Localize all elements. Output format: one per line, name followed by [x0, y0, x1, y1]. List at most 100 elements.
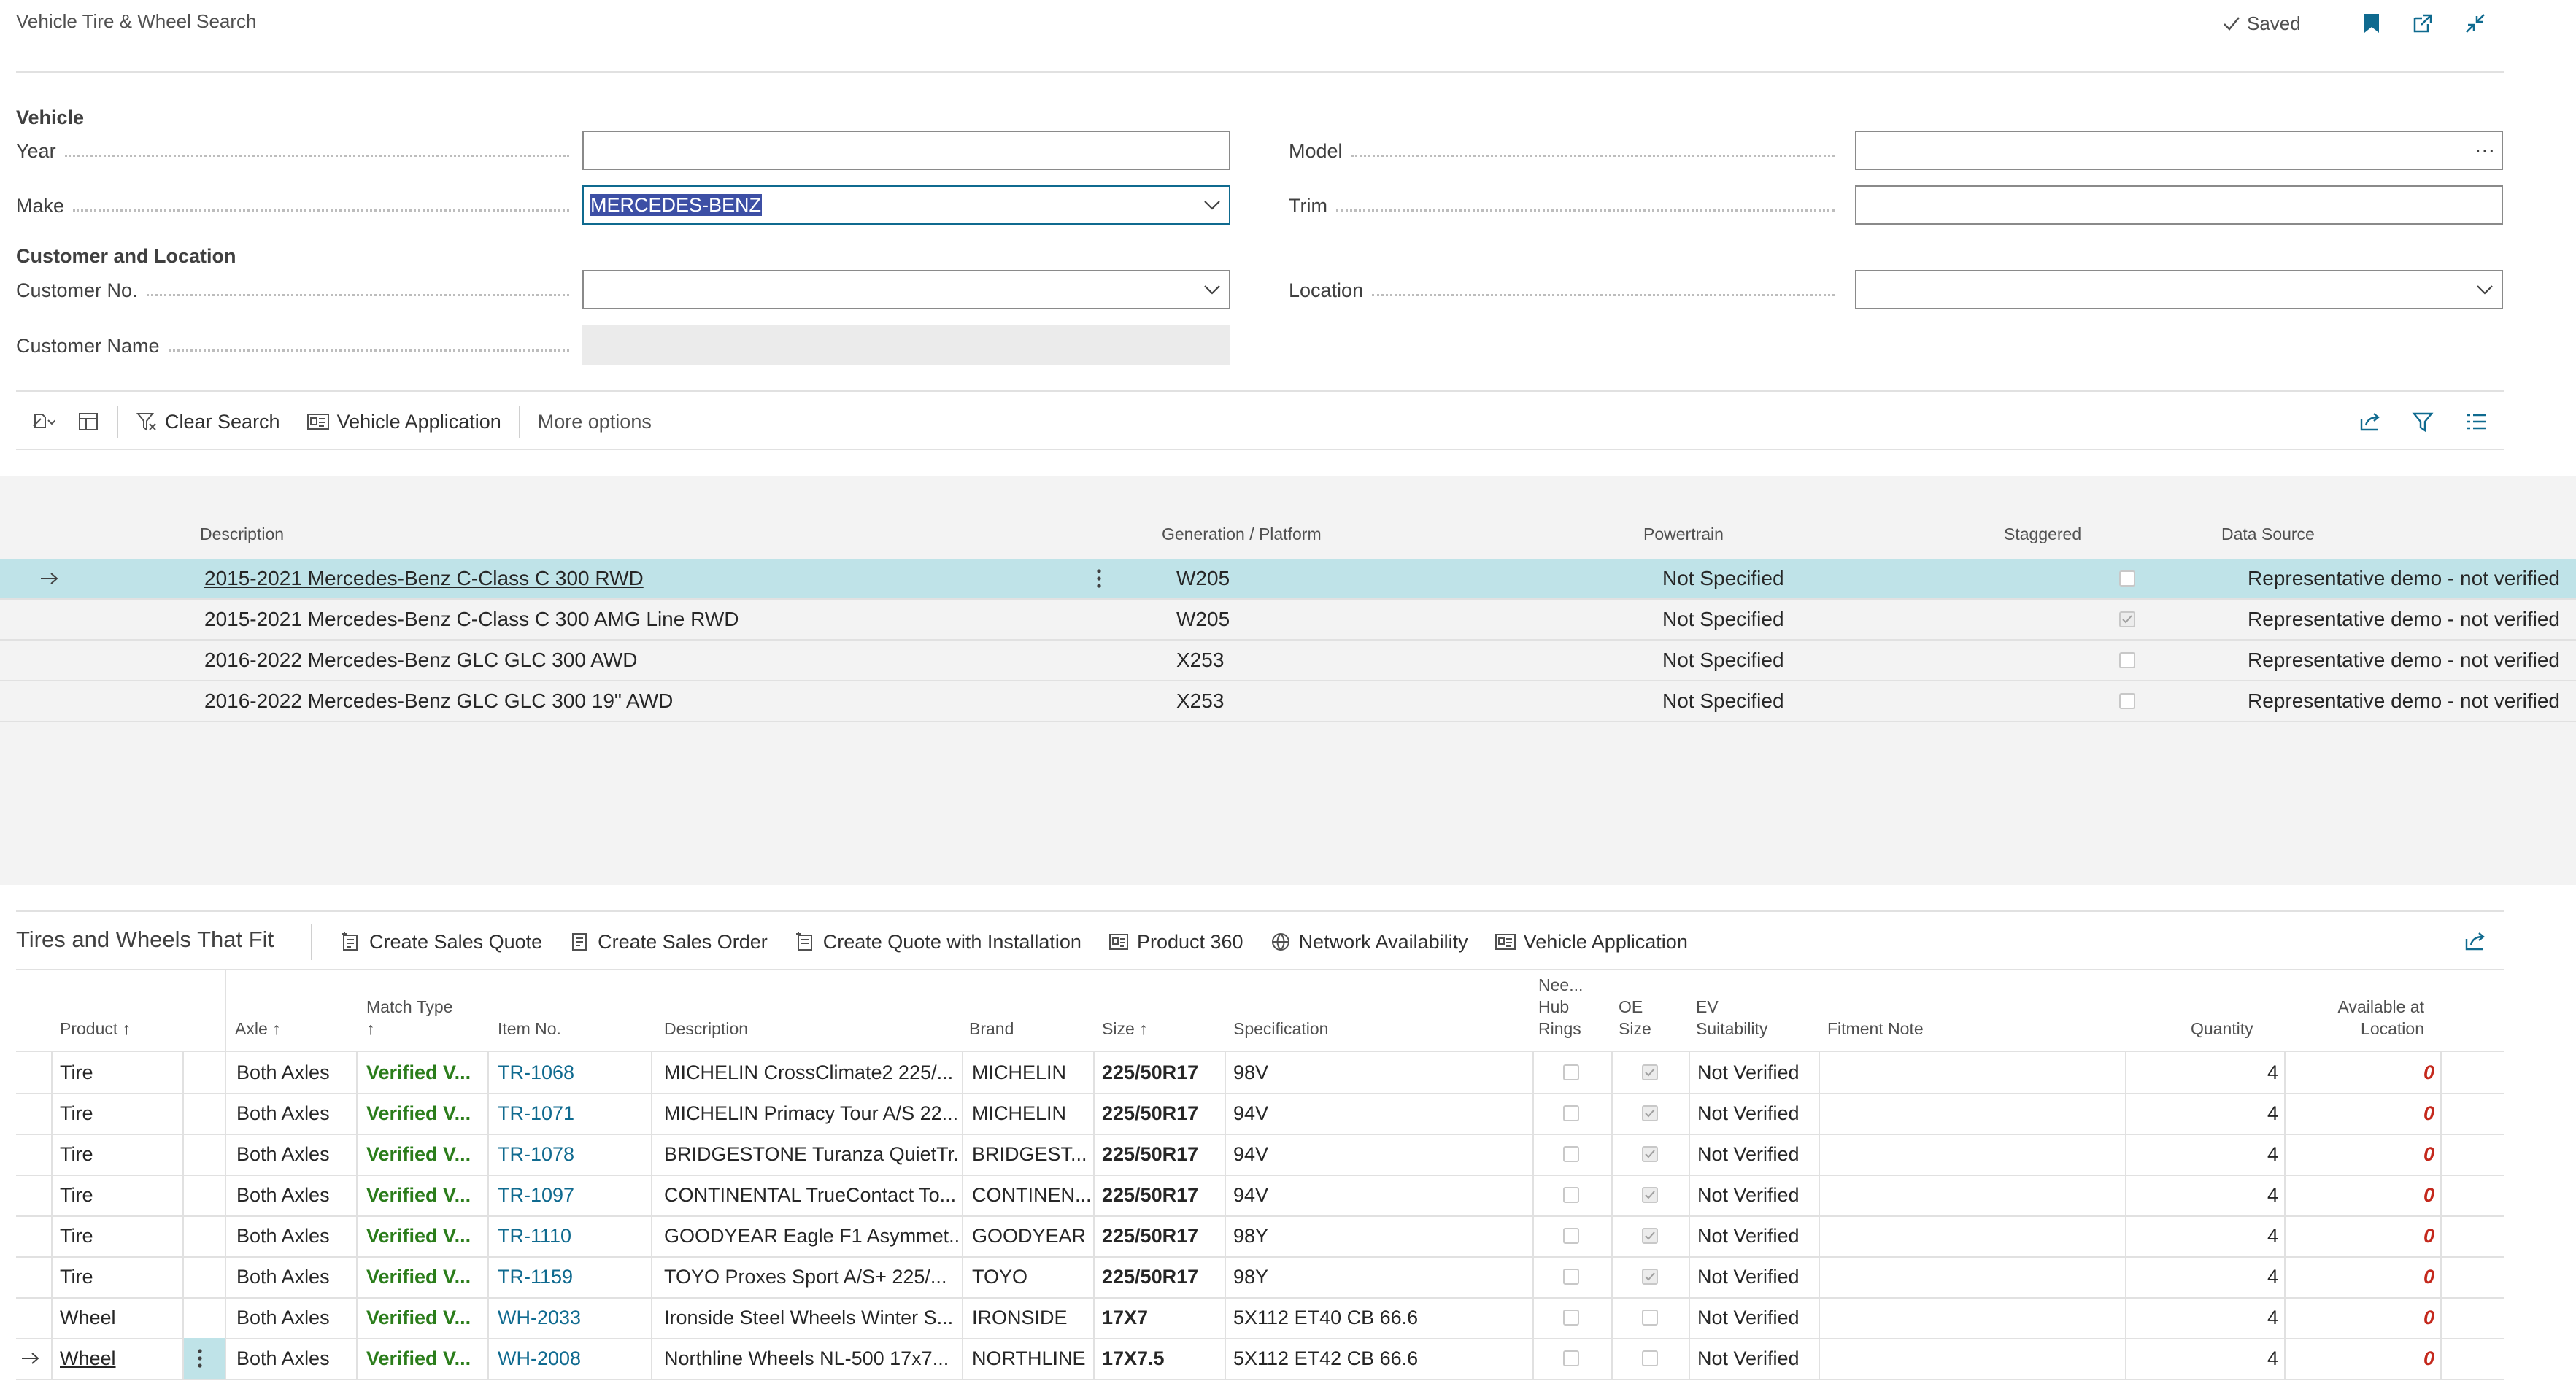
col-match-type[interactable]: Match Type ↑ — [366, 996, 452, 1040]
create-quote-installation-button[interactable]: Create Quote with Installation — [781, 922, 1095, 962]
vehicle-description[interactable]: 2015-2021 Mercedes-Benz C-Class C 300 AM… — [204, 600, 1080, 639]
oe-size-checkbox[interactable] — [1642, 1338, 1664, 1379]
col-staggered[interactable]: Staggered — [2004, 525, 2081, 544]
oe-size-check[interactable] — [1642, 1310, 1658, 1326]
oe-size-check[interactable] — [1642, 1146, 1658, 1162]
edit-list-button[interactable] — [64, 402, 112, 441]
oe-size-check[interactable] — [1642, 1228, 1658, 1244]
row-menu-icon[interactable] — [197, 1338, 212, 1379]
staggered-check[interactable] — [2119, 611, 2135, 627]
hub-rings-checkbox[interactable] — [1563, 1297, 1585, 1338]
bookmark-icon[interactable] — [2357, 9, 2386, 38]
hub-rings-check[interactable] — [1563, 1064, 1579, 1080]
col-specification[interactable]: Specification — [1233, 1018, 1328, 1040]
col-brand[interactable]: Brand — [969, 1018, 1014, 1040]
fit-table-row[interactable]: Tire Both Axles Verified V... TR-1071 MICHEL… — [16, 1093, 2504, 1135]
hub-rings-checkbox[interactable] — [1563, 1338, 1585, 1379]
fit-table-row[interactable]: Wheel Both Axles Verified V... WH-2008 North… — [16, 1338, 2504, 1380]
col-description[interactable]: Description — [200, 525, 284, 544]
hub-rings-check[interactable] — [1563, 1350, 1579, 1366]
hub-rings-check[interactable] — [1563, 1105, 1579, 1121]
fit-table-row[interactable]: Tire Both Axles Verified V... TR-1097 CONTIN… — [16, 1175, 2504, 1217]
model-field[interactable]: ⋯ — [1855, 131, 2503, 170]
item-no-link[interactable]: TR-1097 — [498, 1175, 648, 1215]
vehicle-description[interactable]: 2015-2021 Mercedes-Benz C-Class C 300 RW… — [204, 559, 1080, 598]
product-cell[interactable]: Tire — [60, 1052, 177, 1093]
create-sales-quote-button[interactable]: Create Sales Quote — [327, 922, 555, 962]
oe-size-checkbox[interactable] — [1642, 1297, 1664, 1338]
product-cell[interactable]: Tire — [60, 1093, 177, 1134]
product-cell[interactable]: Wheel — [60, 1338, 177, 1379]
oe-size-check[interactable] — [1642, 1269, 1658, 1285]
item-no-link[interactable]: WH-2008 — [498, 1338, 648, 1379]
fit-table-row[interactable]: Tire Both Axles Verified V... TR-1159 TOYO P… — [16, 1256, 2504, 1299]
col-ev-suitability[interactable]: EV Suitability — [1696, 996, 1767, 1040]
hub-rings-checkbox[interactable] — [1563, 1215, 1585, 1256]
customer-no-field[interactable] — [582, 270, 1230, 309]
vehicle-row[interactable]: 2016-2022 Mercedes-Benz GLC GLC 300 AWD X… — [0, 641, 2576, 681]
row-menu-icon[interactable] — [1096, 559, 1118, 598]
col-item-no[interactable]: Item No. — [498, 1018, 561, 1040]
network-availability-button[interactable]: Network Availability — [1257, 922, 1481, 962]
oe-size-check[interactable] — [1642, 1187, 1658, 1203]
oe-size-check[interactable] — [1642, 1105, 1658, 1121]
vehicle-row[interactable]: 2015-2021 Mercedes-Benz C-Class C 300 RW… — [0, 559, 2576, 600]
list-view-icon[interactable] — [2461, 407, 2493, 436]
item-no-link[interactable]: TR-1068 — [498, 1052, 648, 1093]
staggered-checkbox[interactable] — [2119, 681, 2141, 721]
hub-rings-check[interactable] — [1563, 1146, 1579, 1162]
item-no-link[interactable]: TR-1071 — [498, 1093, 648, 1134]
hub-rings-check[interactable] — [1563, 1269, 1579, 1285]
hub-rings-checkbox[interactable] — [1563, 1134, 1585, 1175]
hub-rings-checkbox[interactable] — [1563, 1052, 1585, 1093]
col-data-source[interactable]: Data Source — [2221, 525, 2315, 544]
staggered-check[interactable] — [2119, 570, 2135, 587]
oe-size-checkbox[interactable] — [1642, 1134, 1664, 1175]
col-platform[interactable]: Generation / Platform — [1162, 525, 1322, 544]
vehicle-description[interactable]: 2016-2022 Mercedes-Benz GLC GLC 300 19" … — [204, 681, 1080, 721]
chevron-down-icon[interactable] — [1201, 279, 1223, 301]
fit-table-row[interactable]: Tire Both Axles Verified V... TR-1078 BRIDGE… — [16, 1134, 2504, 1176]
clear-search-button[interactable]: Clear Search — [123, 402, 293, 441]
col-axle[interactable]: Axle ↑ — [235, 1018, 281, 1040]
hub-rings-check[interactable] — [1563, 1187, 1579, 1203]
oe-size-checkbox[interactable] — [1642, 1256, 1664, 1297]
col-size[interactable]: Size ↑ — [1102, 1018, 1148, 1040]
open-new-window-icon[interactable] — [2408, 9, 2437, 38]
oe-size-checkbox[interactable] — [1642, 1052, 1664, 1093]
more-ellipsis-icon[interactable]: ⋯ — [2475, 139, 2496, 163]
create-sales-order-button[interactable]: Create Sales Order — [555, 922, 781, 962]
oe-size-checkbox[interactable] — [1642, 1175, 1664, 1215]
vehicle-application-button[interactable]: Vehicle Application — [293, 402, 514, 441]
fit-table-row[interactable]: Tire Both Axles Verified V... TR-1068 MICHEL… — [16, 1052, 2504, 1094]
item-no-link[interactable]: TR-1159 — [498, 1256, 648, 1297]
staggered-checkbox[interactable] — [2119, 600, 2141, 639]
more-options-button[interactable]: More options — [525, 402, 665, 441]
oe-size-checkbox[interactable] — [1642, 1215, 1664, 1256]
hub-rings-checkbox[interactable] — [1563, 1175, 1585, 1215]
col-oe-size[interactable]: OE Size — [1619, 996, 1651, 1040]
product-cell[interactable]: Tire — [60, 1256, 177, 1297]
fit-table-row[interactable]: Wheel Both Axles Verified V... WH-2033 Irons… — [16, 1297, 2504, 1339]
staggered-checkbox[interactable] — [2119, 559, 2141, 598]
staggered-check[interactable] — [2119, 693, 2135, 709]
col-fitment-note[interactable]: Fitment Note — [1827, 1018, 1924, 1040]
col-product[interactable]: Product ↑ — [60, 1018, 131, 1040]
item-no-link[interactable]: TR-1078 — [498, 1134, 648, 1175]
col-available[interactable]: Available at Location — [2322, 996, 2425, 1040]
location-field[interactable] — [1855, 270, 2503, 309]
hub-rings-check[interactable] — [1563, 1228, 1579, 1244]
hub-rings-checkbox[interactable] — [1563, 1256, 1585, 1297]
trim-field[interactable] — [1855, 185, 2503, 225]
hub-rings-check[interactable] — [1563, 1310, 1579, 1326]
new-line-dropdown[interactable] — [16, 402, 64, 441]
collapse-icon[interactable] — [2461, 9, 2490, 38]
chevron-down-icon[interactable] — [2474, 279, 2496, 301]
year-field[interactable] — [582, 131, 1230, 170]
vehicle-description[interactable]: 2016-2022 Mercedes-Benz GLC GLC 300 AWD — [204, 641, 1080, 680]
product-cell[interactable]: Tire — [60, 1215, 177, 1256]
staggered-check[interactable] — [2119, 652, 2135, 668]
product-cell[interactable]: Tire — [60, 1175, 177, 1215]
product-cell[interactable]: Wheel — [60, 1297, 177, 1338]
oe-size-checkbox[interactable] — [1642, 1093, 1664, 1134]
